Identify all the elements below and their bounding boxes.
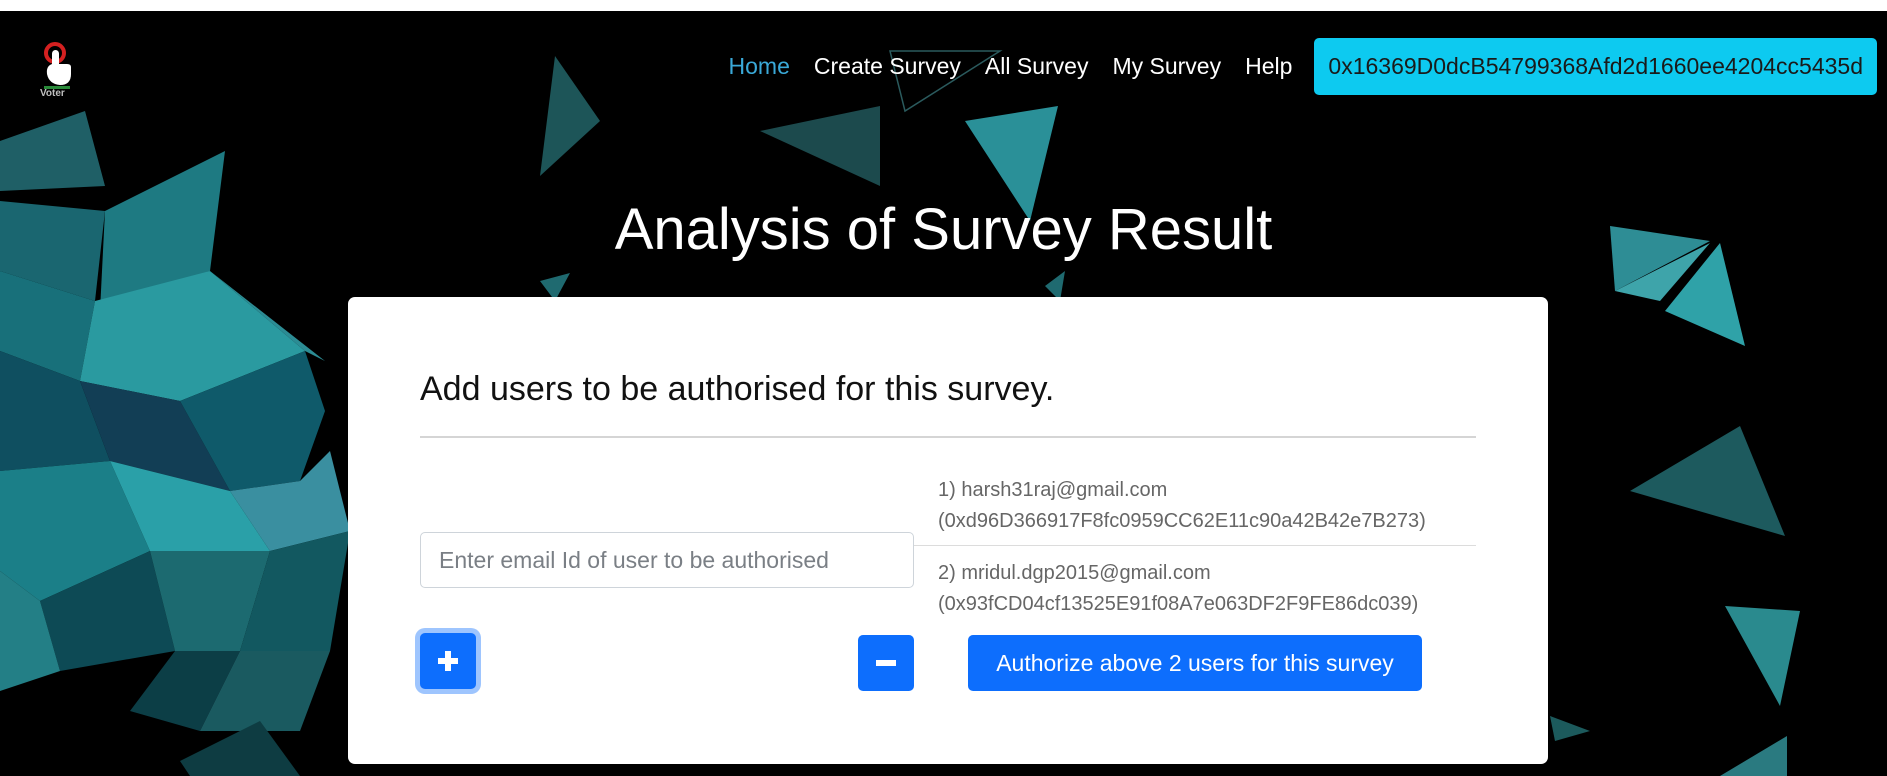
nav-home[interactable]: Home <box>729 53 790 80</box>
nav-help[interactable]: Help <box>1245 53 1292 80</box>
user-email: 2) mridul.dgp2015@gmail.com <box>938 562 1211 584</box>
user-address: (0xd96D366917F8fc0959CC62E11c90a42B42e7B… <box>938 510 1426 532</box>
list-item: 2) mridul.dgp2015@gmail.com (0x93fCD04cf… <box>914 545 1476 628</box>
nav-create-survey[interactable]: Create Survey <box>814 53 961 80</box>
remove-user-button[interactable] <box>858 635 914 691</box>
user-email: 1) harsh31raj@gmail.com <box>938 479 1168 501</box>
authorise-users-card: Add users to be authorised for this surv… <box>348 297 1548 764</box>
divider <box>420 436 1476 438</box>
top-strip <box>0 0 1887 11</box>
authorize-users-button[interactable]: Authorize above 2 users for this survey <box>968 635 1422 691</box>
list-item: 1) harsh31raj@gmail.com (0xd96D366917F8f… <box>914 472 1476 545</box>
nav-all-survey[interactable]: All Survey <box>985 53 1089 80</box>
wallet-address-button[interactable]: 0x16369D0dcB54799368Afd2d1660ee4204cc543… <box>1314 38 1877 95</box>
authorised-user-list: 1) harsh31raj@gmail.com (0xd96D366917F8f… <box>914 472 1476 628</box>
card-title: Add users to be authorised for this surv… <box>420 370 1055 408</box>
app-logo[interactable]: Voter <box>38 40 78 100</box>
email-input[interactable] <box>420 532 914 588</box>
logo-text: Voter <box>40 88 65 99</box>
user-address: (0x93fCD04cf13525E91f08A7e063DF2F9FE86dc… <box>938 593 1419 615</box>
hand-pointer-icon <box>44 42 71 89</box>
plus-icon <box>438 651 458 671</box>
page-title: Analysis of Survey Result <box>614 197 1273 262</box>
nav-my-survey[interactable]: My Survey <box>1112 53 1221 80</box>
top-nav: Home Create Survey All Survey My Survey … <box>729 38 1877 95</box>
add-user-button[interactable] <box>420 633 476 689</box>
minus-icon <box>876 660 896 666</box>
